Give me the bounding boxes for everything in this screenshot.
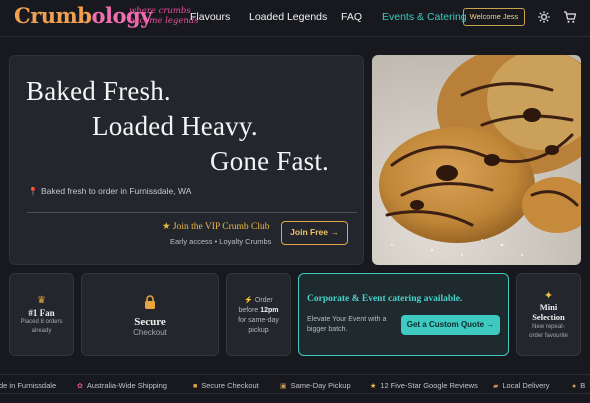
cart-icon[interactable] [563,10,577,24]
ticker-item: ✿ Australia-Wide Shipping [77,381,167,390]
box-icon: ▣ [280,383,287,390]
hero-heading-line3: Gone Fast. [210,146,329,176]
flower-icon: ✿ [77,383,83,390]
star-icon: ★ [162,222,171,232]
custom-quote-button[interactable]: Get a Custom Quote → [401,315,500,335]
welcome-button[interactable]: Welcome Jess [463,8,525,26]
ticker-item: ★ 12 Five-Star Google Reviews [370,381,478,390]
tagline: where crumbs become legends [129,6,199,26]
lock-icon [145,295,155,309]
divider [27,212,357,213]
ticker-item: ■ Secure Checkout [193,381,259,390]
nav-flavours[interactable]: Flavours [190,11,230,23]
ticker-item: ● B [572,381,586,390]
join-free-button[interactable]: Join Free → [281,221,348,245]
ticker-item: ▰ Local Delivery [493,381,550,390]
fan-sub: Placed 8 orders already [20,319,63,334]
ticker-item: ▣ Same-Day Pickup [280,381,351,390]
crown-icon: ♛ [37,295,46,306]
lock-icon: ■ [193,383,198,390]
hero-heading-line2: Loaded Heavy. [92,111,258,141]
pin-icon: 📍 [28,187,38,196]
ticker-item: de in Furnissdale [0,381,57,390]
vip-club-subtitle: Early access • Loyalty Crumbs [170,237,272,246]
lightning-icon: ⚡ [244,297,253,304]
catering-title: Corporate & Event catering available. [307,294,463,304]
hero-panel: Baked Fresh. Loaded Heavy. Gone Fast. 📍 B… [9,55,364,265]
location-text: 📍 Baked fresh to order in Furnissdale, WA [28,186,192,196]
nav-events-catering[interactable]: Events & Catering [382,11,467,23]
mini-selection-card: ✦ Mini Selection New repeat-order favouri… [516,273,581,356]
mini-title: Mini Selection [532,302,565,322]
cookie-photo [372,55,581,265]
order-cutoff-text: ⚡ Order before 12pm for same-day pickup [238,297,279,334]
vip-club-title[interactable]: ★ Join the VIP Crumb Club [162,221,270,232]
fan-title: #1 Fan [28,308,55,318]
fan-card: ♛ #1 Fan Placed 8 orders already [9,273,74,356]
star-icon: ★ [370,383,377,390]
cookie-icon: ● [572,383,577,390]
secure-checkout-card: Secure Checkout [81,273,219,356]
mini-sub: New repeat-order favourite [529,324,568,339]
secure-sub: Checkout [133,328,167,337]
catering-sub: Elevate Your Event with a bigger batch. [307,316,387,333]
nav-faq[interactable]: FAQ [341,11,362,23]
nav-loaded-legends[interactable]: Loaded Legends [249,11,327,23]
order-cutoff-card: ⚡ Order before 12pm for same-day pickup [226,273,291,356]
secure-title: Secure [134,316,166,328]
navbar: Crumbology where crumbs become legends F… [0,0,590,37]
sparkle-icon: ✦ [543,290,554,302]
catering-card: Corporate & Event catering available. El… [298,273,509,356]
ticker-bar: de in Furnissdale ✿ Australia-Wide Shippi… [0,374,590,394]
truck-icon: ▰ [493,383,499,390]
hero-heading-line1: Baked Fresh. [26,76,171,106]
sun-icon[interactable] [537,10,551,24]
